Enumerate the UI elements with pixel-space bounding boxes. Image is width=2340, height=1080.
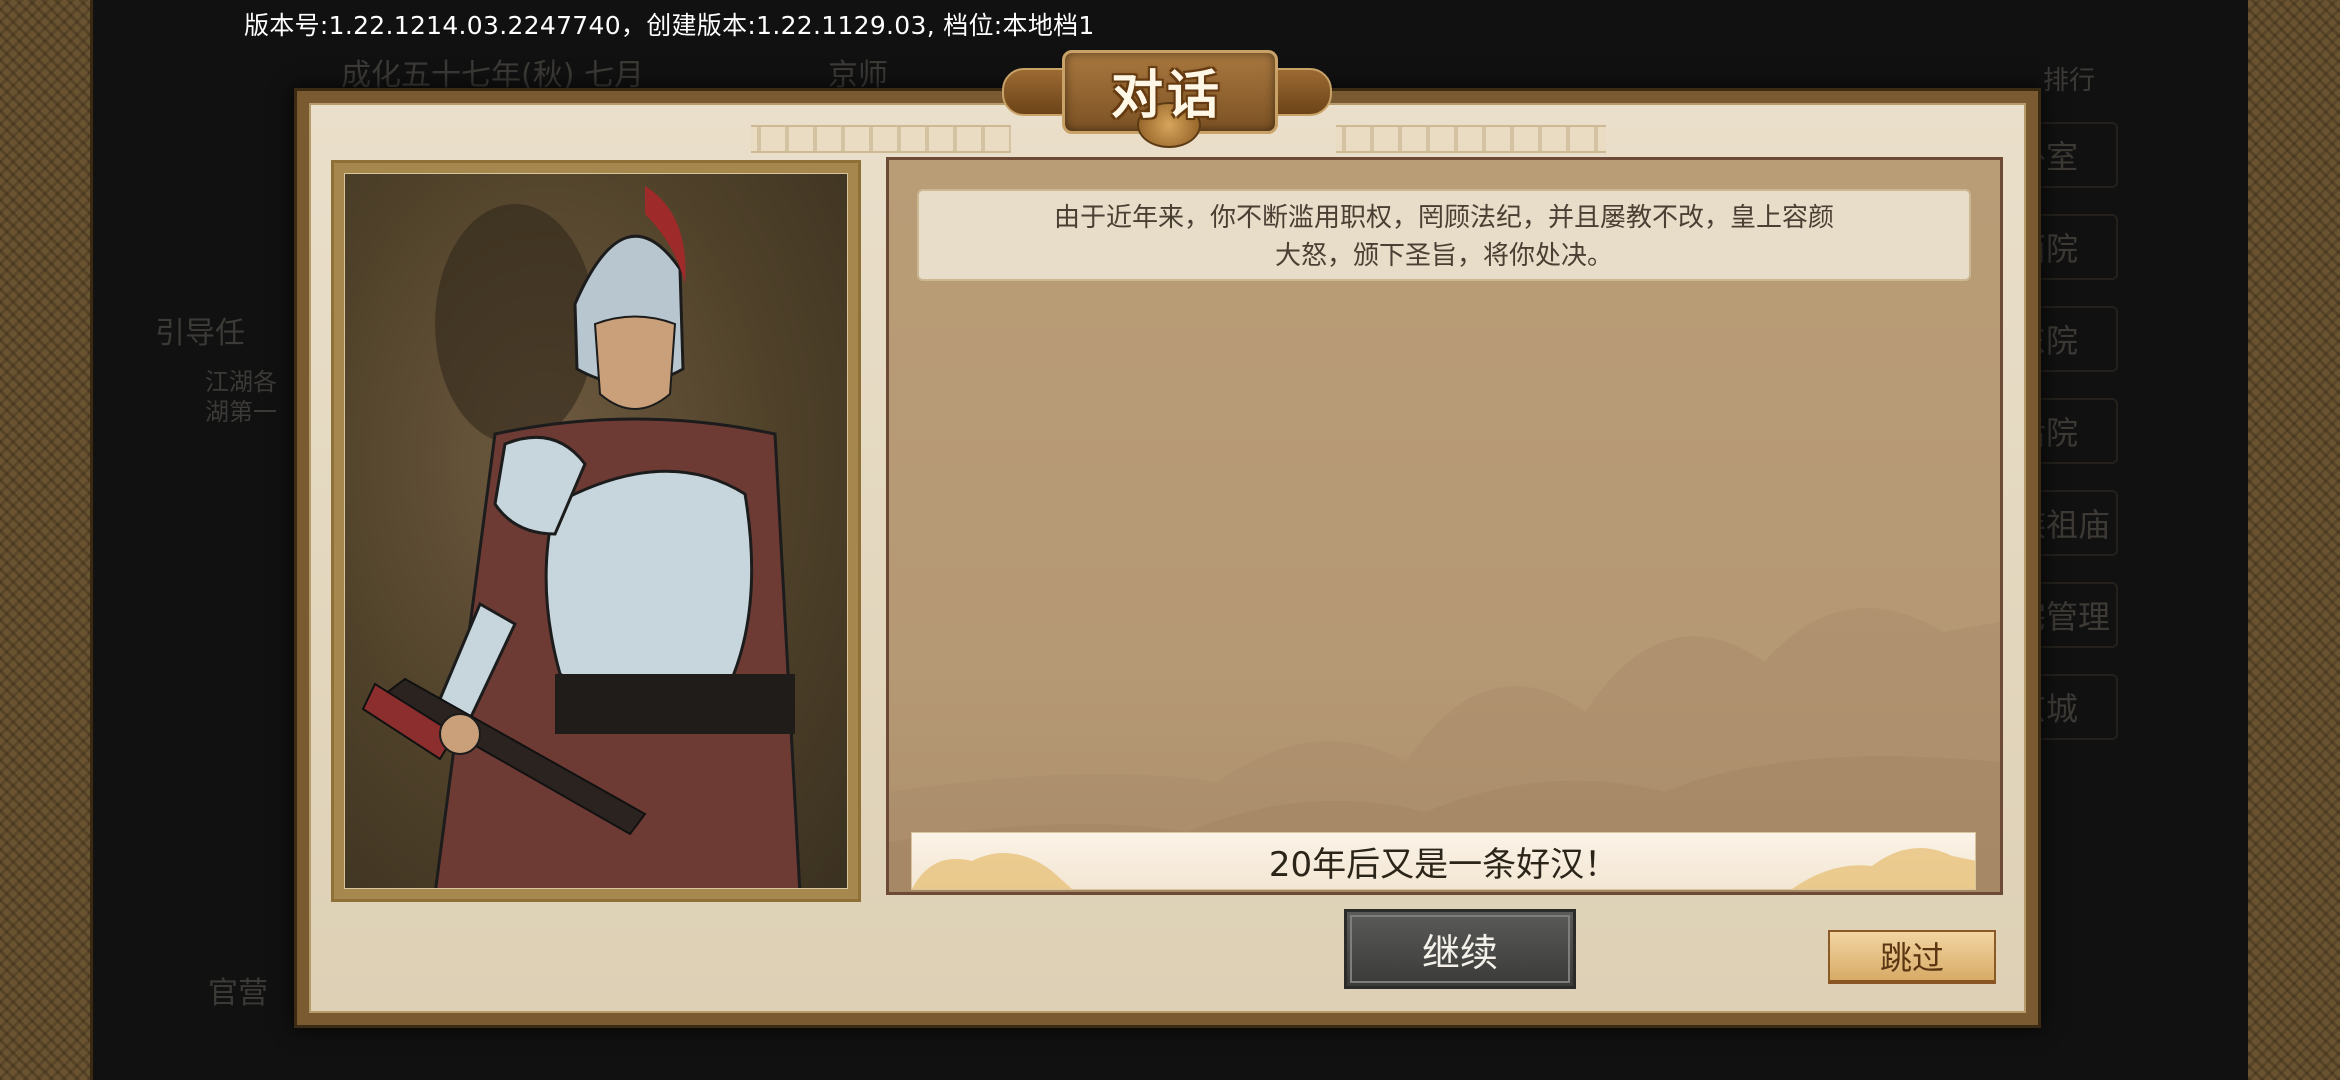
guard-figure-illustration [361, 186, 802, 888]
mountain-background-illustration [889, 608, 2000, 892]
dialog-title-banner: 对话 [1002, 40, 1332, 148]
character-portrait [344, 173, 848, 889]
skip-button[interactable]: 跳过 [1828, 930, 1996, 984]
narration-text: 由于近年来，你不断滥用职权，罔顾法纪，并且屡教不改，皇上容颜大怒，颁下圣旨，将你… [917, 189, 1971, 281]
version-info: 版本号:1.22.1214.03.2247740，创建版本:1.22.1129.… [244, 11, 1095, 40]
character-speech: 20年后又是一条好汉！ [911, 832, 1976, 890]
background-ranking-label: 排行 [2043, 66, 2096, 96]
meander-pattern-right [1336, 125, 1606, 153]
dialogue-text-panel: 由于近年来，你不断滥用职权，罔顾法纪，并且屡教不改，皇上容颜大怒，颁下圣旨，将你… [886, 157, 2003, 895]
meander-pattern-left [751, 125, 1011, 153]
background-quest-label-2: 湖第一 [205, 398, 277, 426]
left-decorative-border [0, 0, 93, 1080]
background-guide-label: 引导任 [155, 316, 245, 351]
continue-button[interactable]: 继续 [1344, 909, 1576, 989]
portrait-frame [331, 160, 861, 902]
dialog-title: 对话 [1110, 64, 1223, 126]
speech-text: 20年后又是一条好汉！ [1268, 844, 1619, 885]
background-bottom-label: 官营 [208, 976, 268, 1011]
right-decorative-border [2245, 0, 2340, 1080]
